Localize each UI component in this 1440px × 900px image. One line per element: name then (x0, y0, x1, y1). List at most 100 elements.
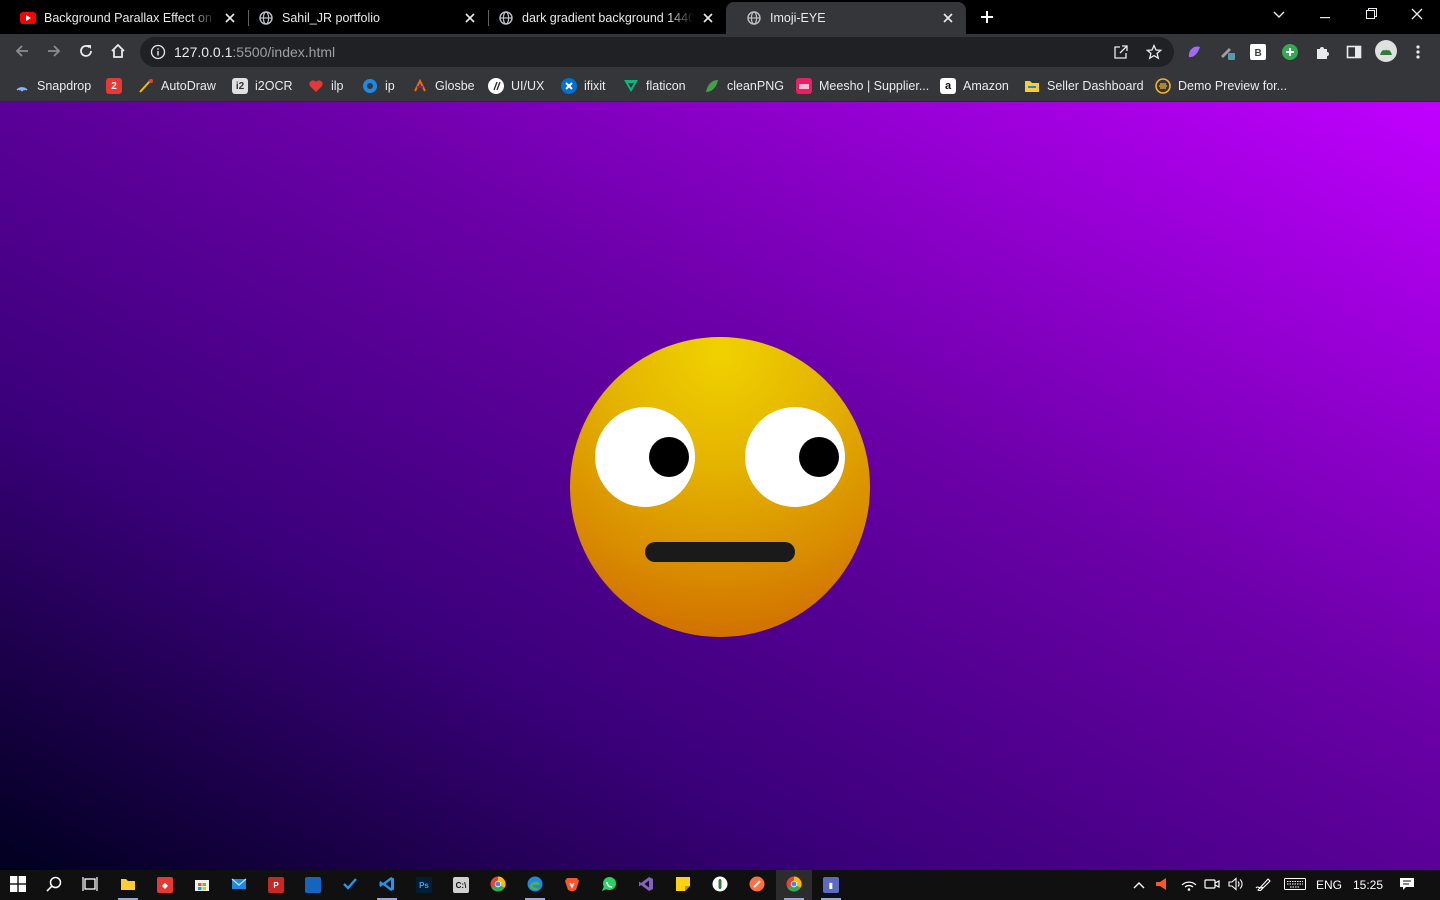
action-center-button[interactable] (1392, 870, 1422, 900)
back-button[interactable] (8, 38, 36, 66)
tray-language[interactable]: ENG (1314, 870, 1344, 900)
tray-meet-now[interactable] (1202, 870, 1222, 900)
task-view-icon (82, 876, 98, 895)
minimize-button[interactable] (1302, 0, 1348, 30)
start-button[interactable] (0, 870, 36, 900)
bookmark-uiux[interactable]: UI/UX (488, 76, 544, 96)
notification-icon (1399, 877, 1415, 894)
taskbar-app-purple[interactable]: ▮ (813, 870, 849, 900)
tab-imoji-eye[interactable]: Imoji-EYE (726, 2, 966, 34)
url-host: 127.0.0.1 (174, 44, 233, 60)
wifi-icon (1181, 877, 1197, 894)
taskbar-file-explorer[interactable] (110, 870, 146, 900)
bookmark-ilp[interactable]: ilp (308, 76, 344, 96)
tray-app[interactable] (1152, 870, 1172, 900)
cleanpng-icon (704, 78, 720, 94)
taskbar-store[interactable] (184, 870, 220, 900)
snapdrop-icon (14, 78, 30, 94)
taskbar-pdf-app[interactable]: P (258, 870, 294, 900)
home-button[interactable] (104, 38, 132, 66)
extension-paint-icon[interactable] (1185, 43, 1203, 61)
app-purple-icon: ▮ (823, 877, 839, 893)
forward-button[interactable] (40, 38, 68, 66)
browser-toolbar: 127.0.0.1:5500/index.html B (0, 34, 1440, 70)
left-eye (595, 407, 695, 507)
taskbar-search-button[interactable] (36, 870, 72, 900)
taskbar-terminal[interactable]: C:\ (443, 870, 479, 900)
tray-volume[interactable] (1225, 870, 1247, 900)
side-panel-icon[interactable] (1345, 43, 1363, 61)
avatar[interactable] (1375, 40, 1397, 62)
taskbar-whatsapp[interactable] (591, 870, 627, 900)
taskbar-mail[interactable] (221, 870, 257, 900)
bookmark-autodraw[interactable]: AutoDraw (138, 76, 216, 96)
close-icon[interactable] (462, 10, 478, 26)
close-icon[interactable] (222, 10, 238, 26)
bookmark-i2ocr[interactable]: i2 i2OCR (232, 76, 293, 96)
new-tab-button[interactable] (975, 6, 999, 30)
bookmark-star-icon[interactable] (1145, 43, 1163, 61)
extension-add-icon[interactable] (1281, 43, 1299, 61)
bookmark-seller-dashboard[interactable]: Seller Dashboard (1024, 76, 1144, 96)
more-menu-icon[interactable] (1409, 43, 1427, 61)
bookmark-flaticon[interactable]: flaticon (623, 76, 686, 96)
share-icon[interactable] (1112, 43, 1130, 61)
bookmark-demo-preview[interactable]: Demo Preview for... (1155, 76, 1287, 96)
taskbar-anydesk[interactable]: ◆ (147, 870, 183, 900)
i2ocr-icon: i2 (232, 78, 248, 94)
tab-dark-gradient[interactable]: dark gradient background 1440 x 900 (478, 2, 726, 34)
taskbar-todo[interactable] (332, 870, 368, 900)
tab-background-parallax[interactable]: Background Parallax Effect on Mouse Move (0, 2, 248, 34)
close-icon[interactable] (940, 10, 956, 26)
tray-touch-keyboard[interactable] (1280, 870, 1310, 900)
extension-pen-icon[interactable] (1218, 43, 1236, 61)
bookmark-snapdrop[interactable]: Snapdrop (14, 76, 91, 96)
bookmark-amazon[interactable]: a Amazon (940, 76, 1009, 96)
right-eye (745, 407, 845, 507)
bookmark-number-2[interactable]: 2 (106, 76, 122, 96)
taskbar-chrome[interactable] (776, 870, 812, 900)
bookmark-label: Snapdrop (37, 79, 92, 93)
taskbar-chrome-profile[interactable] (480, 870, 516, 900)
arrow-right-icon (46, 43, 62, 62)
info-icon[interactable] (150, 44, 166, 60)
pen-icon (1255, 877, 1271, 894)
bookmark-meesho[interactable]: Meesho | Supplier... (796, 76, 929, 96)
taskbar-blue-app[interactable] (295, 870, 331, 900)
puzzle-icon[interactable] (1313, 43, 1331, 61)
extension-b-icon[interactable]: B (1249, 43, 1267, 61)
reload-button[interactable] (72, 38, 100, 66)
taskbar-brave[interactable] (554, 870, 590, 900)
bookmark-ip[interactable]: ip (362, 76, 395, 96)
chrome-icon (490, 875, 506, 895)
tray-pen[interactable] (1252, 870, 1274, 900)
globe-icon (258, 10, 274, 26)
taskbar-vscode[interactable] (369, 870, 405, 900)
taskbar-app-orange[interactable] (739, 870, 775, 900)
task-view-button[interactable] (72, 870, 108, 900)
bookmark-ifixit[interactable]: ifixit (561, 76, 606, 96)
visual-studio-icon (638, 876, 654, 895)
bookmark-cleanpng[interactable]: cleanPNG (704, 76, 784, 96)
taskbar-visual-studio[interactable] (628, 870, 664, 900)
restore-button[interactable] (1348, 0, 1394, 30)
bookmark-label: Demo Preview for... (1178, 79, 1288, 93)
taskbar-sticky-notes[interactable] (665, 870, 701, 900)
tray-network[interactable] (1178, 870, 1200, 900)
uiux-icon (488, 78, 504, 94)
svg-text:B: B (1255, 48, 1262, 59)
chevron-down-icon (1273, 8, 1285, 22)
tray-clock[interactable]: 15:25 (1350, 870, 1386, 900)
tab-search-button[interactable] (1256, 0, 1302, 30)
page-viewport (0, 102, 1440, 870)
address-bar[interactable]: 127.0.0.1:5500/index.html (140, 37, 1174, 67)
bookmark-glosbe[interactable]: Glosbe (412, 76, 475, 96)
taskbar-app-circle[interactable] (702, 870, 738, 900)
close-window-button[interactable] (1394, 0, 1440, 30)
tab-sahil-portfolio[interactable]: Sahil_JR portfolio (238, 2, 488, 34)
show-hidden-icons-button[interactable] (1128, 870, 1150, 900)
taskbar-edge[interactable] (517, 870, 553, 900)
taskbar-photoshop[interactable]: Ps (406, 870, 442, 900)
close-icon[interactable] (700, 10, 716, 26)
reload-icon (78, 43, 94, 62)
